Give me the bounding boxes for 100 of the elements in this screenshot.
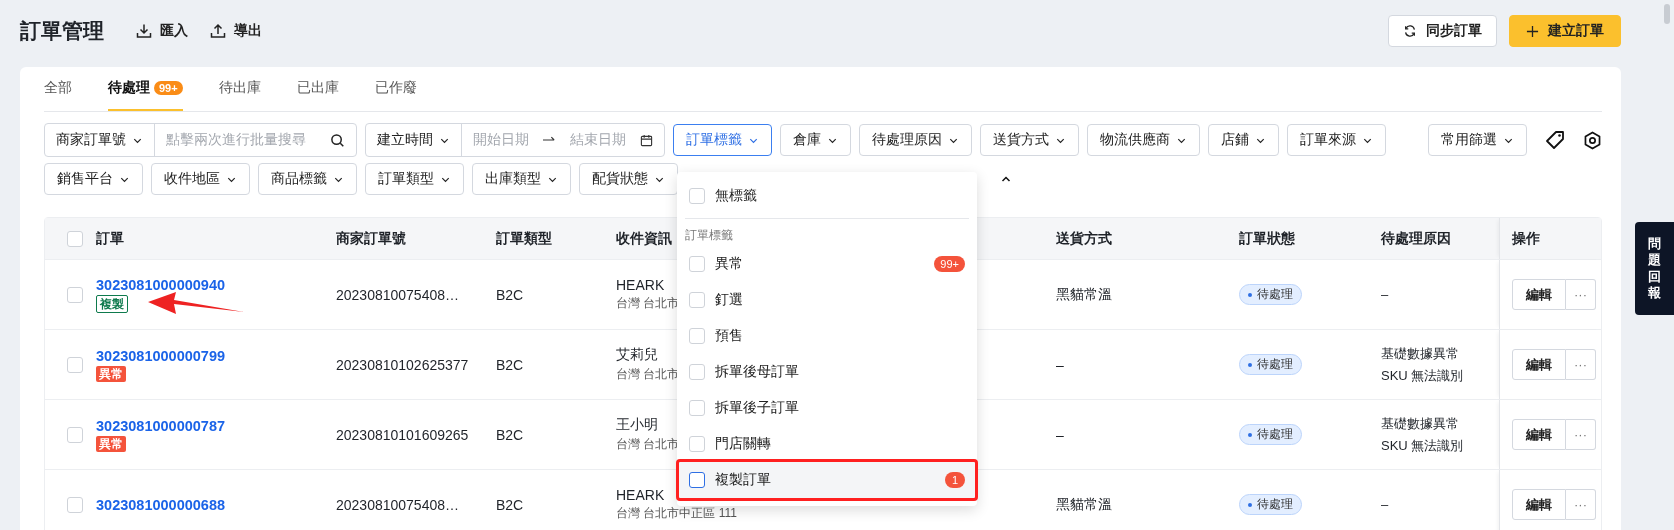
import-button[interactable]: 匯入 bbox=[136, 22, 188, 40]
recipient-name: 艾莉兒 bbox=[616, 346, 658, 364]
sync-button[interactable]: 同步訂單 bbox=[1388, 15, 1497, 47]
export-button[interactable]: 導出 bbox=[210, 22, 262, 40]
order-tag: 異常 bbox=[96, 365, 126, 382]
settings-icon[interactable] bbox=[1583, 130, 1602, 150]
table-cell-text: B2C bbox=[496, 285, 525, 305]
order-link[interactable]: 3023081000000799 bbox=[96, 347, 226, 364]
order-link[interactable]: 3023081000000688 bbox=[96, 496, 226, 513]
menu-item[interactable]: 預售 bbox=[677, 318, 977, 354]
table-cell-text: B2C bbox=[496, 495, 525, 515]
edit-button[interactable]: 編輯 bbox=[1512, 279, 1566, 310]
more-button[interactable]: ··· bbox=[1566, 489, 1596, 520]
scrollbar-thumb[interactable] bbox=[1664, 4, 1670, 24]
status-pill: 待處理 bbox=[1239, 424, 1302, 445]
reason-text: – bbox=[1381, 497, 1389, 512]
menu-item[interactable]: 釘選 bbox=[677, 282, 977, 318]
recipient-address: 台灣 台北市 bbox=[616, 366, 680, 383]
table-cell-text: B2C bbox=[496, 355, 525, 375]
tab[interactable]: 已作廢 bbox=[374, 67, 417, 111]
status-pill: 待處理 bbox=[1239, 354, 1302, 375]
more-button[interactable]: ··· bbox=[1566, 279, 1596, 310]
create-button[interactable]: 建立訂單 bbox=[1509, 15, 1621, 47]
edit-button[interactable]: 編輯 bbox=[1512, 349, 1566, 380]
filter-dropdown[interactable]: 物流供應商 bbox=[1087, 124, 1200, 156]
filter-dropdown[interactable]: 待處理原因 bbox=[859, 124, 972, 156]
recipient-address: 台灣 台北市 bbox=[616, 295, 680, 312]
search-field[interactable]: 商家訂單號 點擊兩次進行批量搜尋 bbox=[44, 123, 357, 157]
status-pill: 待處理 bbox=[1239, 494, 1302, 515]
column-header: 操作 bbox=[1512, 229, 1540, 248]
reason-text: SKU 無法識別 bbox=[1381, 366, 1464, 385]
edit-button[interactable]: 編輯 bbox=[1512, 419, 1566, 450]
tab[interactable]: 待出庫 bbox=[218, 67, 261, 111]
arrow-right-icon bbox=[543, 136, 556, 144]
recipient-address: 台灣 台北市 bbox=[616, 436, 680, 453]
table-cell-text: 黑貓常溫 bbox=[1056, 284, 1113, 304]
menu-item[interactable]: 異常 99+ bbox=[677, 246, 977, 282]
filter-dropdown[interactable]: 店鋪 bbox=[1208, 124, 1279, 156]
column-header: 收件資訊 bbox=[616, 229, 672, 248]
filter-dropdown[interactable]: 倉庫 bbox=[780, 124, 851, 156]
recipient-name: HEARK bbox=[616, 277, 665, 293]
column-header: 訂單 bbox=[96, 229, 124, 248]
menu-item[interactable]: 無標籤 bbox=[677, 178, 977, 214]
order-link[interactable]: 3023081000000940 bbox=[96, 276, 226, 293]
saved-filters-dropdown[interactable]: 常用篩選 bbox=[1428, 124, 1527, 156]
reason-text: 基礎數據異常 bbox=[1381, 414, 1459, 433]
count-badge: 99+ bbox=[934, 256, 965, 272]
filter-dropdown[interactable]: 送貨方式 bbox=[980, 124, 1079, 156]
filter-dropdown[interactable]: 訂單類型 bbox=[365, 163, 464, 195]
group-label: 訂單標籤 bbox=[684, 227, 734, 244]
filter-dropdown[interactable]: 訂單標籤 bbox=[673, 124, 772, 156]
table-cell-text: 黑貓常溫 bbox=[1056, 494, 1113, 514]
filter-dropdown[interactable]: 訂單來源 bbox=[1287, 124, 1386, 156]
more-button[interactable]: ··· bbox=[1566, 349, 1596, 380]
table-cell-text: B2C bbox=[496, 425, 525, 445]
menu-item[interactable]: 拆單後母訂單 bbox=[677, 354, 977, 390]
column-header: 訂單狀態 bbox=[1239, 229, 1295, 248]
filter-dropdown[interactable]: 銷售平台 bbox=[44, 163, 143, 195]
count-badge: 1 bbox=[945, 472, 965, 488]
order-tag: 異常 bbox=[96, 435, 126, 452]
recipient-name: HEARK bbox=[616, 487, 665, 503]
date-range-field[interactable]: 建立時間 開始日期 結束日期 bbox=[365, 123, 665, 157]
menu-item[interactable]: 複製訂單 1 bbox=[677, 462, 977, 498]
table-cell-text: 20230810075408… bbox=[336, 495, 460, 515]
tab[interactable]: 已出庫 bbox=[296, 67, 339, 111]
column-header: 送貨方式 bbox=[1056, 229, 1112, 248]
table-cell-text: 20230810102625377 bbox=[336, 355, 470, 375]
checkbox[interactable] bbox=[689, 472, 705, 488]
refresh-icon bbox=[1403, 24, 1417, 38]
order-tag: 複製 bbox=[96, 294, 128, 313]
order-link[interactable]: 3023081000000787 bbox=[96, 417, 226, 434]
tag-icon[interactable] bbox=[1545, 130, 1565, 150]
calendar-icon bbox=[640, 133, 653, 147]
table-cell-text: 20230810075408… bbox=[336, 285, 460, 305]
tab[interactable]: 全部 bbox=[44, 67, 72, 111]
filter-dropdown[interactable]: 商品標籤 bbox=[258, 163, 357, 195]
menu-item[interactable]: 拆單後子訂單 bbox=[677, 390, 977, 426]
column-header: 商家訂單號 bbox=[336, 229, 406, 248]
table-cell-text: – bbox=[1056, 355, 1065, 375]
download-icon bbox=[136, 23, 152, 39]
feedback-tab[interactable]: 問題回報 bbox=[1635, 222, 1674, 315]
reason-text: – bbox=[1381, 287, 1389, 302]
reason-text: SKU 無法識別 bbox=[1381, 436, 1464, 455]
table-cell-text: 20230810101609265 bbox=[336, 425, 470, 445]
more-button[interactable]: ··· bbox=[1566, 419, 1596, 450]
page-title: 訂單管理 bbox=[20, 18, 104, 44]
filter-dropdown[interactable]: 配貨狀態 bbox=[579, 163, 678, 195]
search-icon bbox=[330, 132, 345, 148]
reason-text: 基礎數據異常 bbox=[1381, 344, 1459, 363]
menu-item[interactable]: 門店關轉 bbox=[677, 426, 977, 462]
column-header: 訂單類型 bbox=[496, 229, 552, 248]
plus-icon bbox=[1526, 24, 1539, 38]
status-pill: 待處理 bbox=[1239, 284, 1302, 305]
recipient-name: 王小明 bbox=[616, 416, 658, 434]
tab[interactable]: 待處理 99+ bbox=[108, 67, 183, 111]
filter-dropdown[interactable]: 收件地區 bbox=[151, 163, 250, 195]
count-badge: 99+ bbox=[154, 81, 183, 95]
table-cell-text: – bbox=[1056, 425, 1065, 445]
filter-dropdown[interactable]: 出庫類型 bbox=[472, 163, 571, 195]
edit-button[interactable]: 編輯 bbox=[1512, 489, 1566, 520]
